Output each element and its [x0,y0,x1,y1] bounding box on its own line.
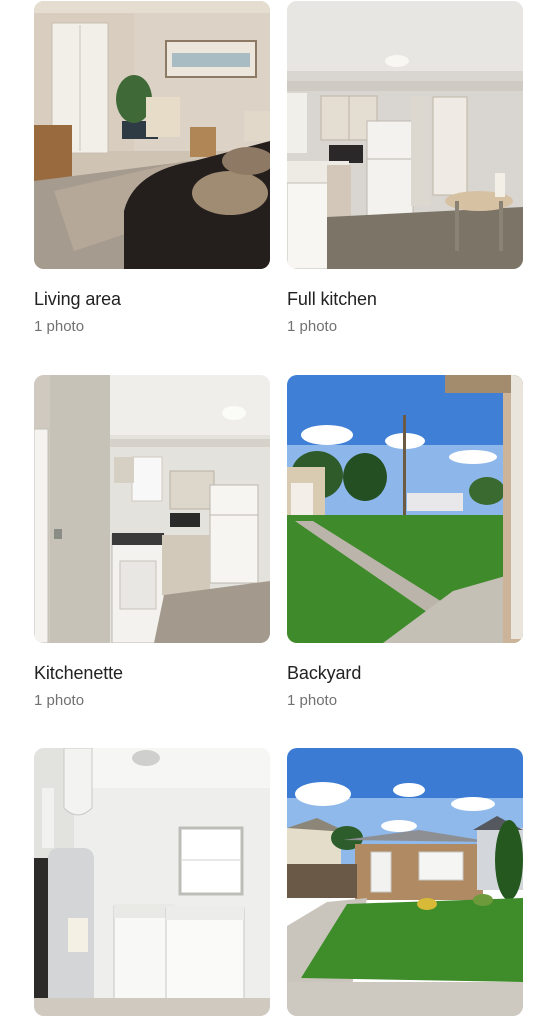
photo-count: 1 photo [34,692,85,709]
house-exterior-photo[interactable] [287,748,523,1016]
photo-count: 1 photo [287,692,338,709]
card-title: Backyard [287,663,362,683]
photo-category-card[interactable]: Kitchenette 1 photo [34,375,270,709]
living-room-photo[interactable] [34,1,270,269]
card-title: Full kitchen [287,289,377,309]
photo-category-card[interactable]: Backyard 1 photo [287,375,523,709]
backyard-photo[interactable] [287,375,523,643]
photo-count: 1 photo [34,318,85,335]
photo-category-card[interactable] [287,748,523,1024]
photo-category-card[interactable] [34,748,270,1024]
laundry-room-photo[interactable] [34,748,270,1016]
kitchenette-photo[interactable] [34,375,270,643]
card-title: Living area [34,289,121,309]
photo-category-card[interactable]: Living area 1 photo [34,1,270,335]
kitchen-photo[interactable] [287,1,523,269]
photo-tour-grid: Living area 1 photo Full kitchen 1 photo… [0,0,557,1024]
card-title: Kitchenette [34,663,123,683]
photo-count: 1 photo [287,318,338,335]
photo-category-card[interactable]: Full kitchen 1 photo [287,1,523,335]
